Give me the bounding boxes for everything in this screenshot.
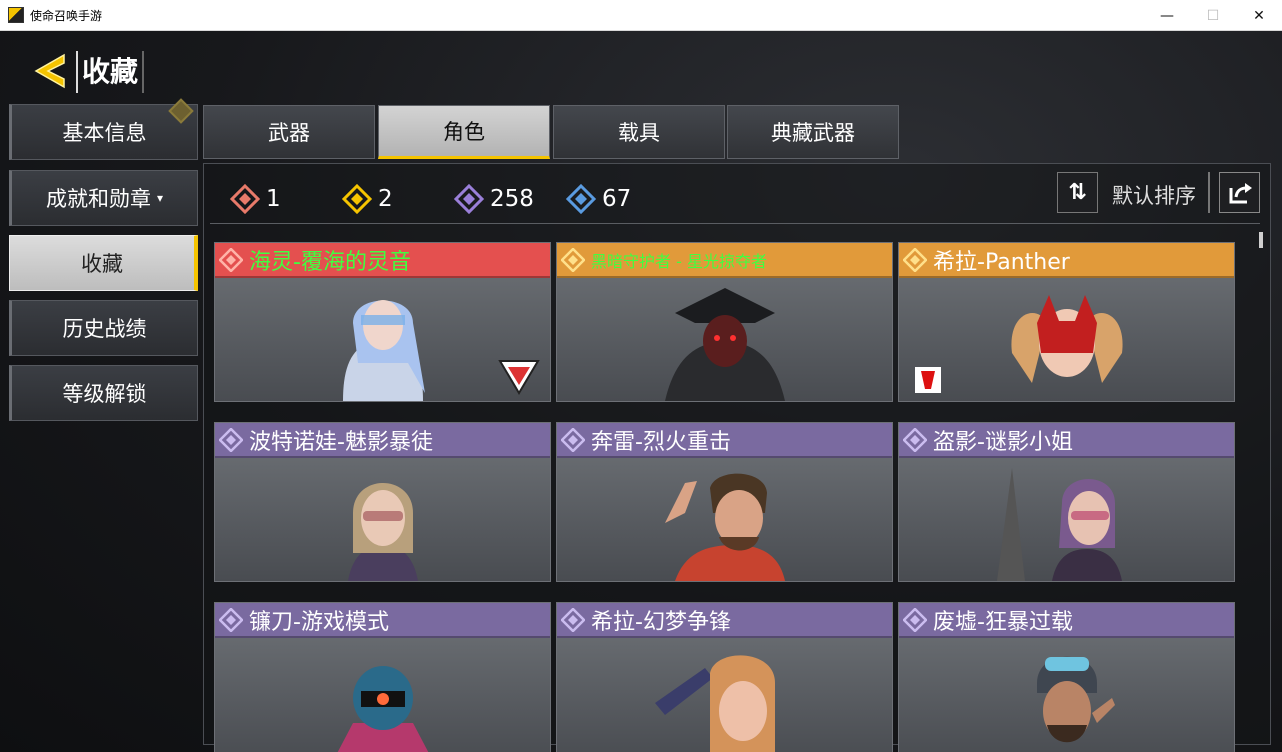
tab-label: 角色 [443, 120, 485, 144]
stat-mythic: 1 [230, 184, 281, 214]
sidebar-item-level-unlock[interactable]: 等级解锁 [9, 365, 198, 421]
card-header: 黑暗守护者 - 星光掠夺者 [557, 243, 892, 278]
sidebar-item-label: 基本信息 [62, 121, 147, 145]
tab-collector-weapons[interactable]: 典藏武器 [727, 105, 899, 159]
character-card[interactable]: 黑暗守护者 - 星光掠夺者 [556, 242, 893, 402]
game-view: 收藏 基本信息 成就和勋章 ▾ 收藏 历史战绩 等级解锁 武器 角色 载具 典藏… [0, 31, 1282, 752]
character-portrait [1010, 295, 1123, 383]
tab-label: 武器 [268, 121, 310, 145]
legendary-rarity-icon [561, 247, 585, 272]
share-icon[interactable] [1219, 172, 1260, 213]
minimize-button[interactable]: — [1144, 0, 1190, 31]
collection-panel: 1 2 258 67 ⇅ 默认排序 海灵-覆海的灵音 黑暗守护者 - 星光掠夺者… [203, 163, 1271, 752]
stat-legendary: 2 [342, 184, 393, 214]
stat-count: 2 [378, 186, 393, 212]
sidebar-item-achievements[interactable]: 成就和勋章 ▾ [9, 170, 198, 226]
sidebar-item-label: 历史战绩 [62, 317, 147, 341]
sort-label[interactable]: 默认排序 [1112, 180, 1196, 210]
card-header: 海灵-覆海的灵音 [215, 243, 550, 278]
epic-rarity-icon [219, 607, 243, 632]
character-card[interactable]: 波特诺娃-魅影暴徒 [214, 422, 551, 582]
close-button[interactable]: ✕ [1236, 0, 1282, 31]
sidebar-item-history[interactable]: 历史战绩 [9, 300, 198, 356]
chevron-down-icon: ▾ [156, 191, 164, 205]
stat-rare: 67 [566, 184, 631, 214]
divider [1208, 172, 1210, 213]
character-name: 废墟-狂暴过载 [933, 609, 1073, 635]
card-header: 奔雷-烈火重击 [557, 423, 892, 458]
character-name: 黑暗守护者 - 星光掠夺者 [591, 251, 767, 271]
character-name: 波特诺娃-魅影暴徒 [249, 429, 433, 455]
character-card[interactable]: 镰刀-游戏模式 [214, 602, 551, 752]
epic-rarity-icon [219, 427, 243, 452]
epic-rarity-icon [454, 184, 484, 214]
window-title: 使命召唤手游 [30, 8, 103, 23]
share-icon [1229, 182, 1252, 203]
legendary-rarity-icon [342, 184, 372, 214]
tab-weapons[interactable]: 武器 [203, 105, 375, 159]
mythic-rarity-icon [219, 247, 243, 272]
character-portrait [1036, 656, 1115, 743]
app-icon [8, 7, 24, 23]
tab-characters[interactable]: 角色 [378, 105, 550, 159]
card-header: 希拉-幻梦争锋 [557, 603, 892, 638]
scrollbar[interactable] [1259, 232, 1263, 248]
character-portrait [664, 473, 785, 581]
character-card[interactable]: 废墟-狂暴过载 [898, 602, 1235, 752]
window-titlebar: 使命召唤手游 — ☐ ✕ [0, 0, 1282, 31]
sidebar-item-label: 等级解锁 [62, 382, 147, 406]
character-card[interactable]: 盗影-谜影小姐 [898, 422, 1235, 582]
character-card[interactable]: 奔雷-烈火重击 [556, 422, 893, 582]
tab-label: 典藏武器 [771, 121, 855, 145]
mythic-rarity-icon [230, 184, 260, 214]
card-header: 盗影-谜影小姐 [899, 423, 1234, 458]
character-name: 镰刀-游戏模式 [249, 609, 389, 635]
page-title: 收藏 [76, 51, 145, 93]
character-name: 希拉-幻梦争锋 [591, 609, 731, 635]
tab-label: 载具 [618, 121, 660, 145]
operator-badge-icon [498, 360, 540, 395]
character-name: 希拉-Panther [933, 249, 1070, 275]
window-controls: — ☐ ✕ [1144, 0, 1282, 31]
epic-rarity-icon [561, 607, 585, 632]
epic-rarity-icon [903, 607, 927, 632]
character-portrait [654, 655, 775, 752]
character-card[interactable]: 海灵-覆海的灵音 [214, 242, 551, 402]
sidebar-item-collection[interactable]: 收藏 [9, 235, 198, 291]
card-header: 希拉-Panther [899, 243, 1234, 278]
card-header: 废墟-狂暴过载 [899, 603, 1234, 638]
sort-icon[interactable]: ⇅ [1057, 172, 1098, 213]
epic-rarity-icon [561, 427, 585, 452]
character-card[interactable]: 希拉-Panther [898, 242, 1235, 402]
rarity-stats-row: 1 2 258 67 ⇅ 默认排序 [210, 172, 1260, 224]
character-card[interactable]: 希拉-幻梦争锋 [556, 602, 893, 752]
character-portrait [342, 300, 425, 401]
persona5-badge-icon [915, 367, 941, 393]
character-portrait [347, 483, 418, 581]
stat-epic: 258 [454, 184, 534, 214]
character-name: 盗影-谜影小姐 [933, 429, 1073, 455]
character-portrait [337, 666, 428, 752]
character-portrait [664, 288, 785, 401]
character-portrait [996, 468, 1122, 581]
card-header: 波特诺娃-魅影暴徒 [215, 423, 550, 458]
maximize-button[interactable]: ☐ [1190, 0, 1236, 31]
stat-count: 67 [602, 186, 632, 212]
stat-count: 258 [490, 186, 534, 212]
sidebar-item-label: 收藏 [81, 252, 123, 276]
back-arrow-icon[interactable] [30, 51, 70, 91]
tab-vehicles[interactable]: 载具 [553, 105, 725, 159]
character-name: 奔雷-烈火重击 [591, 429, 731, 455]
epic-rarity-icon [903, 427, 927, 452]
stat-count: 1 [266, 186, 281, 212]
character-name: 海灵-覆海的灵音 [249, 249, 411, 275]
sidebar-item-label: 成就和勋章 [45, 187, 151, 211]
card-header: 镰刀-游戏模式 [215, 603, 550, 638]
rare-rarity-icon [566, 184, 596, 214]
legendary-rarity-icon [903, 247, 927, 272]
